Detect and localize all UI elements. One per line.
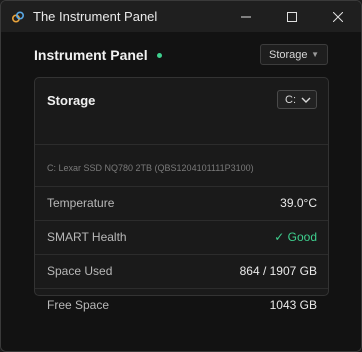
- card-title: Storage: [47, 93, 96, 108]
- metric-value: 864 / 1907 GB: [239, 264, 317, 278]
- metric-label: Free Space: [47, 298, 110, 312]
- metric-row-free-space: Free Space 1043 GB: [35, 288, 328, 322]
- chevron-down-icon: [301, 97, 311, 103]
- metric-value: 39.0°C: [280, 196, 317, 210]
- metric-label: SMART Health: [47, 230, 127, 244]
- caret-down-icon: ▼: [311, 50, 319, 59]
- minimize-icon: [241, 16, 251, 17]
- title-bar[interactable]: The Instrument Panel: [1, 1, 361, 32]
- divider: [35, 144, 328, 145]
- health-status: ✓ Good: [274, 230, 317, 244]
- maximize-icon: [287, 11, 297, 22]
- metric-row-temperature: Temperature 39.0°C: [35, 186, 328, 220]
- drive-select-value: C:: [285, 93, 296, 106]
- metric-row-smart-health: SMART Health ✓ Good: [35, 220, 328, 254]
- app-window: The Instrument Panel Instrument Panel St…: [0, 0, 362, 352]
- close-button[interactable]: [315, 1, 361, 32]
- status-indicator: [156, 53, 162, 58]
- close-icon: [333, 11, 343, 22]
- device-name: C: Lexar SSD NQ780 2TB (QBS1204101111P31…: [47, 163, 254, 173]
- drive-select[interactable]: C:: [277, 90, 317, 109]
- view-select-value: Storage: [269, 48, 308, 61]
- view-select[interactable]: Storage ▼: [260, 44, 328, 65]
- main-content: Instrument Panel Storage ▼ Storage C: C:…: [1, 32, 361, 351]
- page-title: Instrument Panel: [34, 47, 148, 63]
- minimize-button[interactable]: [223, 1, 269, 32]
- metric-label: Space Used: [47, 264, 113, 278]
- maximize-button[interactable]: [269, 1, 315, 32]
- link-icon: [11, 10, 25, 23]
- metric-value: 1043 GB: [269, 298, 317, 312]
- page-heading: Instrument Panel: [34, 47, 162, 63]
- metric-label: Temperature: [47, 196, 115, 210]
- metric-row-space-used: Space Used 864 / 1907 GB: [35, 254, 328, 288]
- storage-card: Storage C: C: Lexar SSD NQ780 2TB (QBS12…: [34, 77, 329, 312]
- window-title: The Instrument Panel: [33, 9, 158, 24]
